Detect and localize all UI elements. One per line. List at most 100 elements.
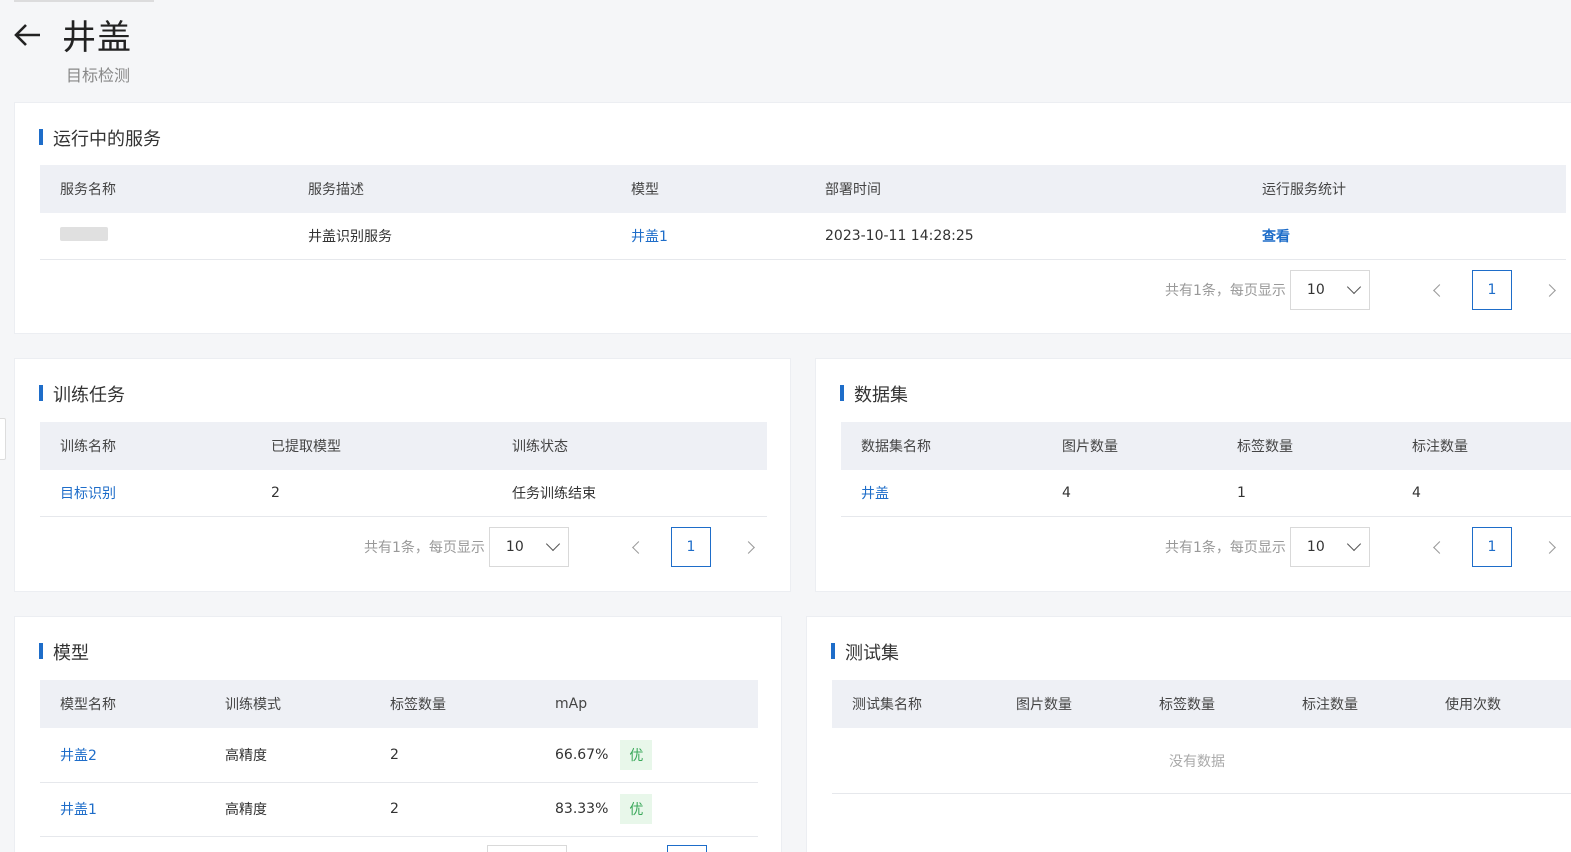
map-cell: 66.67% 优 bbox=[535, 728, 758, 782]
datasets-pagination: 共有1条，每页显示 10 1 bbox=[1165, 527, 1562, 567]
grade-badge: 优 bbox=[620, 794, 653, 824]
page-size-select[interactable]: 10 bbox=[488, 527, 569, 567]
chevron-down-icon bbox=[1346, 279, 1361, 295]
deploy-time-cell: 2023-10-11 14:28:25 bbox=[825, 227, 974, 244]
models-card: 模型 模型名称 训练模式 标签数量 mAp 井盖2 高精度 2 66.67% 优 … bbox=[14, 616, 782, 852]
column-header: 服务名称 bbox=[60, 182, 116, 198]
column-header: 已提取模型 bbox=[271, 439, 341, 455]
chevron-right-icon bbox=[1543, 540, 1557, 554]
datasets-table: 数据集名称 图片数量 标签数量 标注数量 井盖 4 1 4 bbox=[841, 422, 1571, 517]
section-title: 模型 bbox=[39, 639, 89, 665]
column-header: 图片数量 bbox=[1016, 697, 1072, 713]
pager-total: 共有1条，每页显示 bbox=[1165, 540, 1286, 556]
service-desc-cell: 井盖识别服务 bbox=[308, 228, 392, 245]
view-stats-link[interactable]: 查看 bbox=[1242, 213, 1566, 259]
back-arrow-icon[interactable] bbox=[12, 20, 46, 50]
column-header: 图片数量 bbox=[1062, 439, 1118, 455]
annotation-count-cell: 4 bbox=[1412, 484, 1421, 501]
column-header: 训练名称 bbox=[60, 439, 116, 455]
breadcrumb bbox=[14, 0, 154, 2]
next-page-button[interactable] bbox=[1538, 278, 1562, 302]
page-number-button[interactable]: 1 bbox=[670, 527, 711, 567]
image-count-cell: 4 bbox=[1062, 484, 1071, 501]
service-model-link[interactable]: 井盖1 bbox=[611, 213, 805, 259]
training-status-cell: 任务训练结束 bbox=[512, 485, 596, 502]
services-table: 服务名称 服务描述 模型 部署时间 运行服务统计 井盖识别服务 井盖1 2023… bbox=[40, 165, 1566, 260]
services-pagination: 共有1条，每页显示 10 1 bbox=[1165, 270, 1562, 310]
column-header: 部署时间 bbox=[825, 182, 881, 198]
pager-total: 共有1条，每页显示 bbox=[364, 540, 485, 556]
column-header: 标签数量 bbox=[1237, 439, 1293, 455]
testsets-card: 测试集 测试集名称 图片数量 标签数量 标注数量 使用次数 没有数据 bbox=[806, 616, 1571, 852]
table-row: 井盖1 高精度 2 83.33% 优 bbox=[40, 782, 758, 836]
model-name-link[interactable]: 井盖2 bbox=[40, 728, 205, 782]
table-header-row: 数据集名称 图片数量 标签数量 标注数量 bbox=[841, 422, 1571, 470]
table-row: 井盖 4 1 4 bbox=[841, 470, 1571, 516]
divider bbox=[832, 793, 1571, 794]
page-size-select-partial[interactable] bbox=[487, 845, 567, 852]
table-row: 井盖2 高精度 2 66.67% 优 bbox=[40, 728, 758, 782]
column-header: 标签数量 bbox=[390, 697, 446, 713]
table-row: 目标识别 2 任务训练结束 bbox=[40, 470, 767, 516]
page-title: 井盖 bbox=[62, 18, 132, 58]
label-count-cell: 2 bbox=[390, 801, 399, 817]
map-value: 83.33% bbox=[555, 801, 609, 817]
page-size-select[interactable]: 10 bbox=[1289, 527, 1370, 567]
section-title: 运行中的服务 bbox=[39, 125, 161, 151]
chevron-down-icon bbox=[545, 536, 560, 552]
chevron-right-icon bbox=[1543, 283, 1557, 297]
map-cell: 83.33% 优 bbox=[535, 782, 758, 836]
map-value: 66.67% bbox=[555, 746, 609, 763]
column-header: 标注数量 bbox=[1302, 697, 1358, 713]
chevron-right-icon bbox=[742, 540, 756, 554]
table-header-row: 测试集名称 图片数量 标签数量 标注数量 使用次数 bbox=[832, 680, 1571, 728]
training-table: 训练名称 已提取模型 训练状态 目标识别 2 任务训练结束 bbox=[40, 422, 767, 517]
column-header: 测试集名称 bbox=[852, 697, 922, 713]
column-header: mAp bbox=[555, 696, 588, 712]
datasets-card: 数据集 数据集名称 图片数量 标签数量 标注数量 井盖 4 1 4 共有1条，每… bbox=[815, 358, 1571, 592]
train-mode-cell: 高精度 bbox=[225, 802, 267, 818]
redacted-service-name bbox=[60, 226, 108, 241]
empty-state-text: 没有数据 bbox=[1169, 754, 1225, 770]
table-header-row: 训练名称 已提取模型 训练状态 bbox=[40, 422, 767, 470]
page-number-button[interactable]: 1 bbox=[1471, 270, 1512, 310]
side-drawer-handle[interactable] bbox=[0, 418, 6, 460]
section-title: 数据集 bbox=[840, 381, 908, 407]
table-header-row: 模型名称 训练模式 标签数量 mAp bbox=[40, 680, 758, 728]
column-header: 模型 bbox=[631, 182, 659, 198]
prev-page-button[interactable] bbox=[1428, 535, 1452, 559]
page-subtitle: 目标检测 bbox=[66, 66, 131, 85]
train-mode-cell: 高精度 bbox=[225, 747, 267, 764]
column-header: 服务描述 bbox=[308, 182, 364, 198]
section-title: 测试集 bbox=[831, 639, 899, 665]
column-header: 模型名称 bbox=[60, 697, 116, 713]
column-header: 训练模式 bbox=[225, 697, 281, 713]
next-page-button[interactable] bbox=[737, 535, 761, 559]
running-services-card: 运行中的服务 服务名称 服务描述 模型 部署时间 运行服务统计 井盖识别服务 井… bbox=[14, 102, 1571, 334]
page-number-button-partial[interactable] bbox=[667, 845, 707, 852]
chevron-down-icon bbox=[1346, 536, 1361, 552]
chevron-left-icon bbox=[632, 540, 646, 554]
column-header: 标注数量 bbox=[1412, 439, 1468, 455]
extracted-models-cell: 2 bbox=[271, 484, 280, 501]
model-name-link[interactable]: 井盖1 bbox=[40, 782, 205, 836]
column-header: 使用次数 bbox=[1445, 697, 1501, 713]
prev-page-button[interactable] bbox=[1428, 278, 1452, 302]
training-name-link[interactable]: 目标识别 bbox=[40, 470, 251, 516]
page-size-select[interactable]: 10 bbox=[1289, 270, 1370, 310]
service-name-cell bbox=[40, 213, 288, 259]
grade-badge: 优 bbox=[620, 739, 653, 770]
chevron-left-icon bbox=[1433, 540, 1447, 554]
testsets-table: 测试集名称 图片数量 标签数量 标注数量 使用次数 bbox=[832, 680, 1571, 728]
column-header: 数据集名称 bbox=[861, 439, 931, 455]
chevron-left-icon bbox=[1433, 283, 1447, 297]
dataset-name-link[interactable]: 井盖 bbox=[841, 470, 1042, 516]
training-tasks-card: 训练任务 训练名称 已提取模型 训练状态 目标识别 2 任务训练结束 共有1条，… bbox=[14, 358, 791, 592]
prev-page-button[interactable] bbox=[627, 535, 651, 559]
page-size-value: 10 bbox=[505, 539, 524, 555]
label-count-cell: 2 bbox=[390, 746, 399, 763]
column-header: 训练状态 bbox=[512, 439, 568, 455]
page-number-button[interactable]: 1 bbox=[1471, 527, 1512, 567]
column-header: 标签数量 bbox=[1159, 697, 1215, 713]
next-page-button[interactable] bbox=[1538, 535, 1562, 559]
